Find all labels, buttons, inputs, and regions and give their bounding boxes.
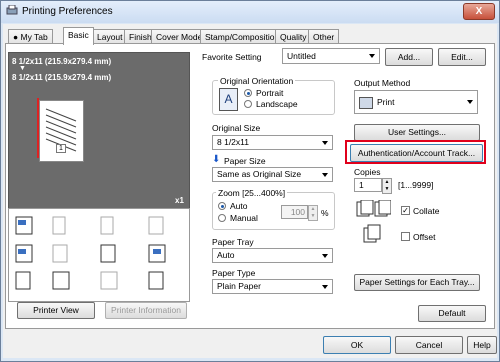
collate-label: Collate <box>413 206 440 216</box>
paper-tray-select[interactable]: Auto <box>212 248 333 263</box>
arrow-down-icon: ⬇ <box>212 154 221 165</box>
default-button[interactable]: Default <box>418 305 486 322</box>
printer-view-button[interactable]: Printer View <box>17 302 95 319</box>
paper-type-label: Paper Type <box>212 268 256 278</box>
tab-stamp-composition[interactable]: Stamp/Composition <box>200 29 285 44</box>
favorite-setting-select[interactable]: Untitled <box>282 48 380 64</box>
offset-checkbox[interactable] <box>401 232 410 241</box>
portrait-label: Portrait <box>256 88 284 98</box>
original-size-select[interactable]: 8 1/2x11 <box>212 135 333 150</box>
landscape-radio[interactable] <box>244 100 252 108</box>
option-icon-grid <box>8 208 190 302</box>
paper-size-label: Paper Size <box>224 156 266 166</box>
arrow-down-icon: ▼ <box>19 65 26 72</box>
preview-paper-size: 8 1/2x11 (215.9x279.4 mm) <box>12 73 112 82</box>
collate-checkbox[interactable]: ✓ <box>401 206 410 215</box>
offset-icon <box>362 224 382 244</box>
original-size-label: Original Size <box>212 123 261 133</box>
zoom-value-input: 100 <box>281 205 308 219</box>
tab-basic[interactable]: Basic <box>63 27 94 45</box>
tab-other[interactable]: Other <box>308 29 340 44</box>
paper-tray-label: Paper Tray <box>212 237 254 247</box>
landscape-label: Landscape <box>256 99 298 109</box>
favorite-add-button[interactable]: Add... <box>385 48 433 66</box>
copies-badge: x1 <box>175 196 184 205</box>
print-icon <box>359 96 373 109</box>
portrait-radio[interactable] <box>244 89 252 97</box>
offset-label: Offset <box>413 232 436 242</box>
copies-label: Copies <box>354 167 381 177</box>
copies-range: [1...9999] <box>398 180 434 190</box>
preview-page: 1 <box>39 100 84 162</box>
original-orientation-label: Original Orientation <box>218 76 296 86</box>
print-preview: 8 1/2x11 (215.9x279.4 mm) ▼ 8 1/2x11 (21… <box>8 52 190 209</box>
window-title: Printing Preferences <box>22 6 113 17</box>
page-number: 1 <box>56 144 66 153</box>
output-method-select[interactable]: Print <box>354 90 478 114</box>
zoom-manual-radio[interactable] <box>218 214 226 222</box>
zoom-manual-label: Manual <box>230 213 258 223</box>
zoom-unit: % <box>321 208 329 218</box>
copies-input[interactable]: 1 <box>354 178 382 192</box>
preview-original-size: 8 1/2x11 (215.9x279.4 mm) <box>12 57 112 66</box>
ok-button[interactable]: OK <box>323 336 391 354</box>
orientation-portrait-icon: A <box>219 88 238 111</box>
zoom-auto-label: Auto <box>230 201 248 211</box>
zoom-auto-radio[interactable] <box>218 202 226 210</box>
copies-spinner[interactable]: ▲ ▼ <box>382 178 392 194</box>
highlight-box <box>345 140 486 164</box>
favorite-edit-button[interactable]: Edit... <box>438 48 486 66</box>
tab-quality[interactable]: Quality <box>275 29 312 44</box>
zoom-label: Zoom [25...400%] <box>216 188 288 198</box>
tab-my-tab[interactable]: ● My Tab <box>8 29 53 44</box>
cancel-button[interactable]: Cancel <box>395 336 463 354</box>
printer-icon <box>6 4 18 16</box>
user-icon: ● <box>13 32 19 42</box>
user-settings-button[interactable]: User Settings... <box>354 124 480 141</box>
close-button[interactable]: X <box>463 3 495 20</box>
zoom-spinner: ▲ ▼ <box>308 205 318 221</box>
favorite-setting-label: Favorite Setting <box>202 52 262 62</box>
printer-information-button: Printer Information <box>105 302 187 319</box>
output-method-label: Output Method <box>354 78 411 88</box>
help-button[interactable]: Help <box>467 336 497 354</box>
paper-size-select[interactable]: Same as Original Size <box>212 167 333 182</box>
tab-layout[interactable]: Layout <box>92 29 128 44</box>
tab-cover-mode[interactable]: Cover Mode <box>151 29 208 44</box>
paper-type-select[interactable]: Plain Paper <box>212 279 333 294</box>
paper-settings-for-each-tray-button[interactable]: Paper Settings for Each Tray... <box>354 274 480 291</box>
collate-icon <box>355 199 392 218</box>
